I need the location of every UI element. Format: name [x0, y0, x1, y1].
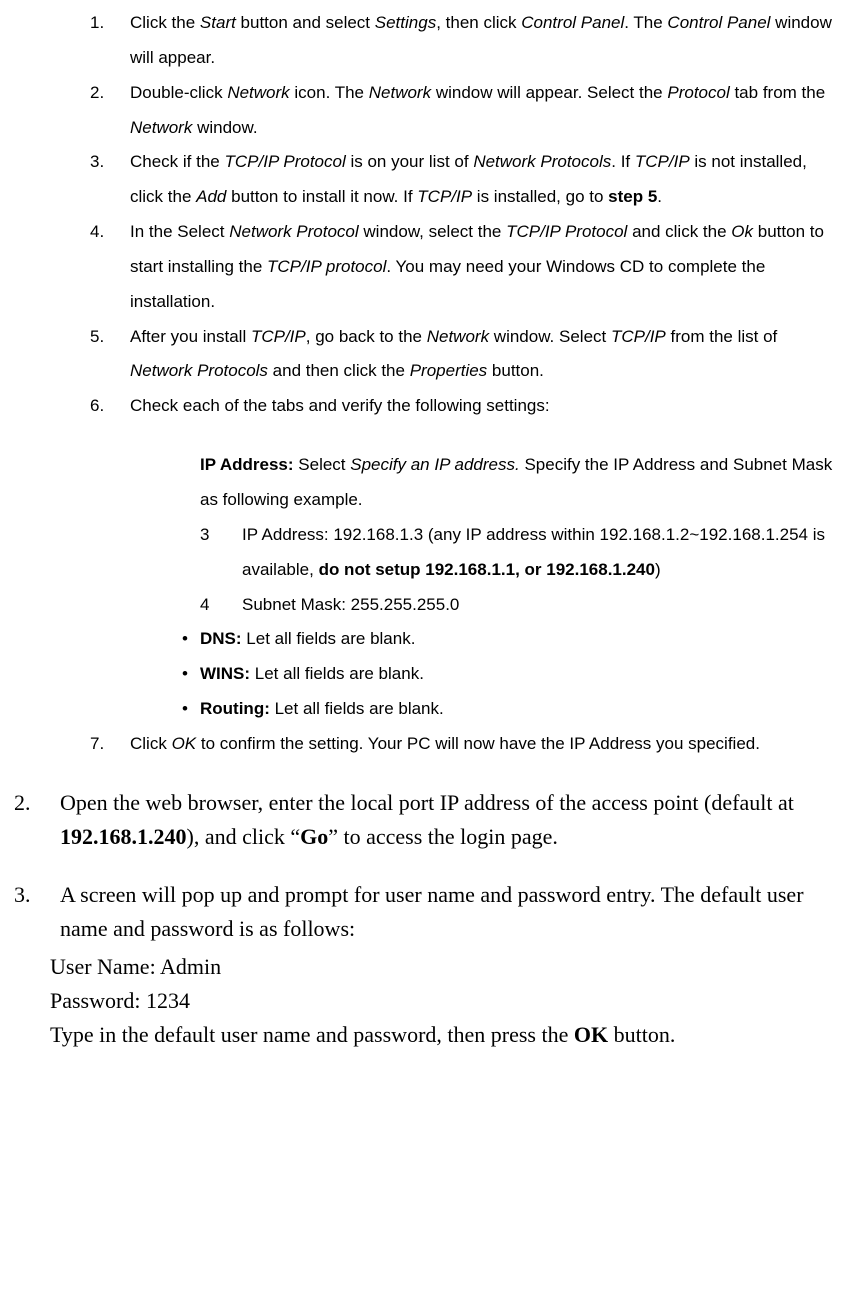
inner-steps-list-cont: 7. Click OK to confirm the setting. Your…	[10, 727, 834, 762]
document-page: 1. Click the Start button and select Set…	[0, 0, 844, 1092]
ip-example-text: Subnet Mask: 255.255.255.0	[242, 588, 834, 623]
ip-example-4: 4 Subnet Mask: 255.255.255.0	[200, 588, 834, 623]
inner-step-text: Double-click Network icon. The Network w…	[130, 76, 834, 146]
inner-step-text: After you install TCP/IP, go back to the…	[130, 320, 834, 390]
inner-step-2: 2. Double-click Network icon. The Networ…	[90, 76, 834, 146]
inner-step-marker: 6.	[90, 389, 130, 424]
default-credentials: User Name: Admin Password: 1234 Type in …	[50, 950, 834, 1052]
ip-address-lead: IP Address: Select Specify an IP address…	[200, 448, 834, 518]
inner-step-text: Click the Start button and select Settin…	[130, 6, 834, 76]
bullet-icon: •	[170, 692, 200, 727]
bullet-icon: •	[170, 657, 200, 692]
settings-bullet-list: • DNS: Let all fields are blank. • WINS:…	[200, 622, 834, 727]
inner-step-marker: 4.	[90, 215, 130, 250]
inner-step-4: 4. In the Select Network Protocol window…	[90, 215, 834, 320]
outer-step-body: A screen will pop up and prompt for user…	[54, 878, 834, 1052]
bullet-routing: • Routing: Let all fields are blank.	[170, 692, 834, 727]
ip-example-marker: 3	[200, 518, 242, 588]
inner-step-text: Click OK to confirm the setting. Your PC…	[130, 727, 834, 762]
inner-step-6: 6. Check each of the tabs and verify the…	[90, 389, 834, 424]
outer-step-3: 3. A screen will pop up and prompt for u…	[10, 878, 834, 1052]
ip-example-text: IP Address: 192.168.1.3 (any IP address …	[242, 518, 834, 588]
outer-step-marker: 2.	[10, 786, 54, 854]
bullet-dns: • DNS: Let all fields are blank.	[170, 622, 834, 657]
inner-step-3: 3. Check if the TCP/IP Protocol is on yo…	[90, 145, 834, 215]
inner-step-marker: 7.	[90, 727, 130, 762]
inner-step-7: 7. Click OK to confirm the setting. Your…	[90, 727, 834, 762]
outer-step-2: 2. Open the web browser, enter the local…	[10, 786, 834, 854]
default-password: Password: 1234	[50, 984, 834, 1018]
inner-step-marker: 5.	[90, 320, 130, 355]
inner-steps-list: 1. Click the Start button and select Set…	[10, 6, 834, 424]
inner-step-marker: 3.	[90, 145, 130, 180]
ip-example-3: 3 IP Address: 192.168.1.3 (any IP addres…	[200, 518, 834, 588]
outer-step-body: Open the web browser, enter the local po…	[54, 786, 834, 854]
inner-step-text: In the Select Network Protocol window, s…	[130, 215, 834, 320]
inner-step-marker: 1.	[90, 6, 130, 41]
ip-address-subblock: IP Address: Select Specify an IP address…	[200, 448, 834, 622]
inner-step-1: 1. Click the Start button and select Set…	[90, 6, 834, 76]
inner-step-text: Check each of the tabs and verify the fo…	[130, 389, 834, 424]
default-username: User Name: Admin	[50, 950, 834, 984]
bullet-wins: • WINS: Let all fields are blank.	[170, 657, 834, 692]
inner-step-5: 5. After you install TCP/IP, go back to …	[90, 320, 834, 390]
outer-steps-list: 2. Open the web browser, enter the local…	[10, 786, 834, 1053]
final-instruction: Type in the default user name and passwo…	[50, 1018, 834, 1052]
bullet-icon: •	[170, 622, 200, 657]
inner-step-text: Check if the TCP/IP Protocol is on your …	[130, 145, 834, 215]
ip-example-marker: 4	[200, 588, 242, 623]
inner-step-marker: 2.	[90, 76, 130, 111]
outer-step-marker: 3.	[10, 878, 54, 1052]
